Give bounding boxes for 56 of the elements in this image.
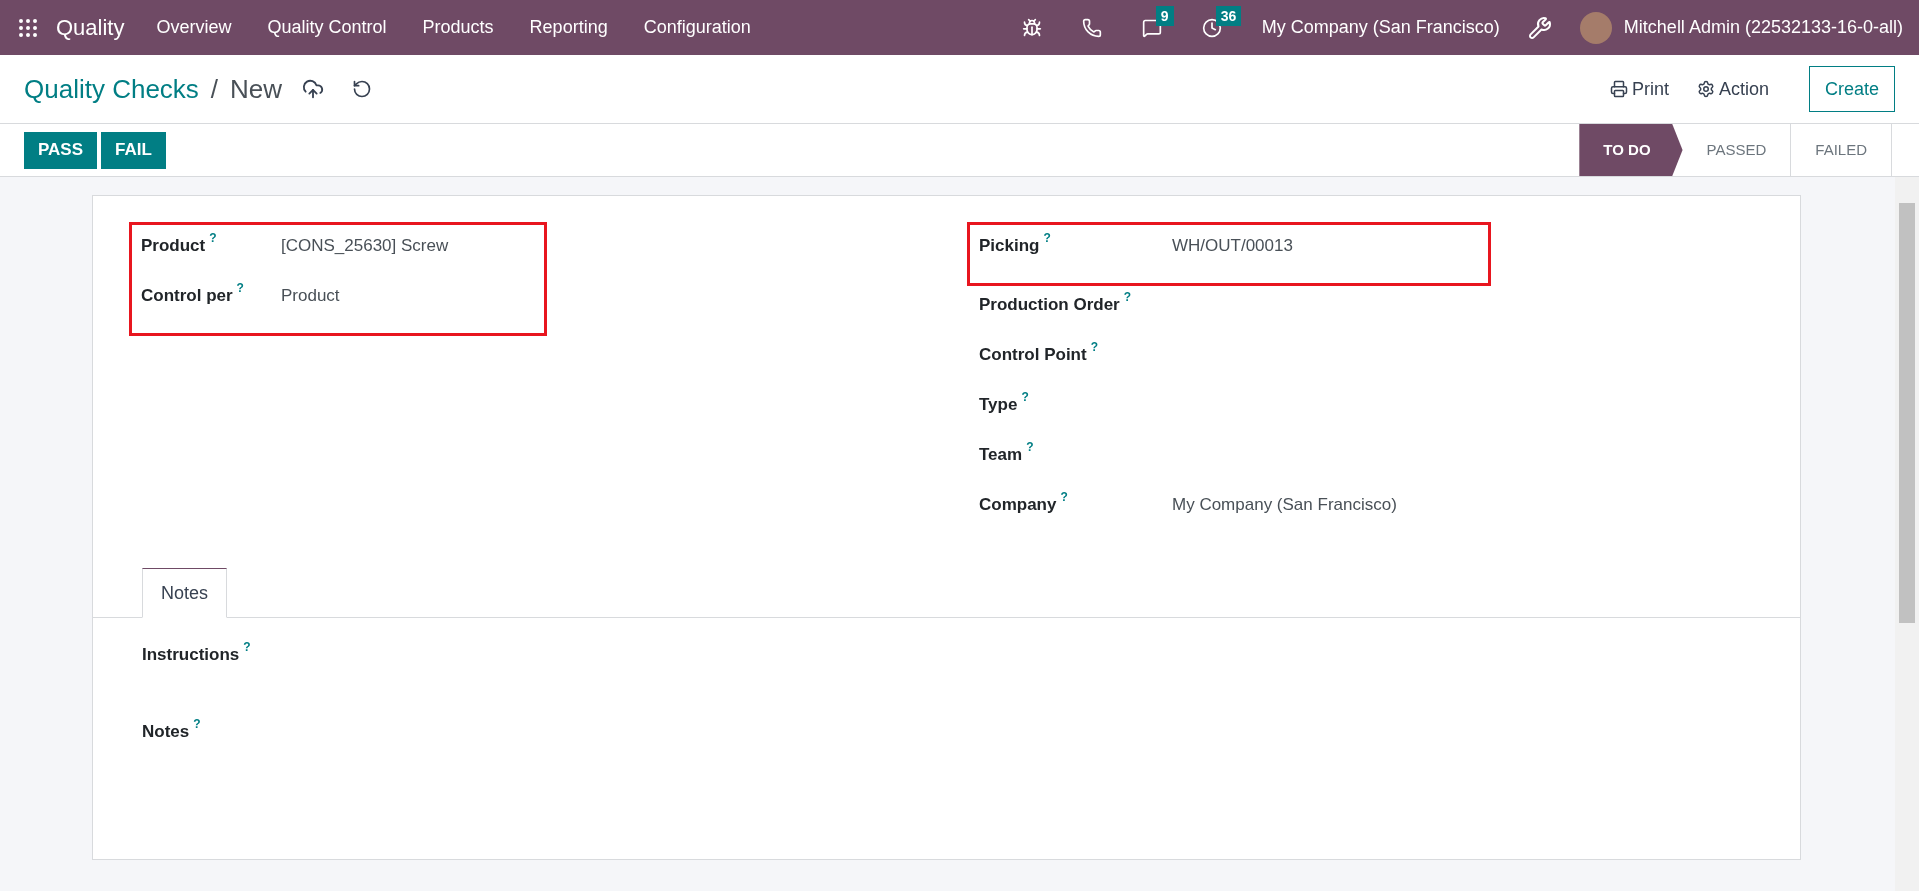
user-menu[interactable]: Mitchell Admin (22532133-16-0-all) — [1623, 14, 1903, 41]
action-button[interactable]: Action — [1696, 75, 1769, 103]
breadcrumb-current: New — [230, 72, 283, 106]
status-step[interactable]: PASSED — [1682, 124, 1792, 176]
status-step[interactable]: FAILED — [1791, 124, 1892, 176]
field-label: Type — [979, 394, 1018, 416]
gear-icon — [1696, 80, 1715, 98]
field-label: Notes — [142, 721, 190, 743]
field-value[interactable]: Product — [281, 283, 340, 309]
app-title[interactable]: Quality — [56, 11, 125, 44]
menu-item[interactable]: Quality Control — [267, 14, 387, 41]
help-tooltip[interactable]: ? — [1043, 229, 1051, 247]
discard-icon[interactable] — [352, 79, 373, 99]
field-label: Product — [141, 235, 206, 257]
help-tooltip[interactable]: ? — [1021, 388, 1029, 406]
field-label: Production Order — [979, 294, 1120, 316]
field-label: Picking — [979, 235, 1040, 257]
menu-item[interactable]: Products — [422, 14, 494, 41]
status-step[interactable]: TO DO — [1579, 124, 1683, 176]
status-action-button[interactable]: PASS — [24, 131, 98, 169]
field-label: Company — [979, 494, 1057, 516]
help-tooltip[interactable]: ? — [1060, 488, 1068, 506]
breadcrumb-link[interactable]: Quality Checks — [24, 69, 199, 109]
field-label: Instructions — [142, 644, 240, 666]
tools-icon[interactable] — [1527, 15, 1552, 40]
help-tooltip[interactable]: ? — [1026, 438, 1034, 456]
phone-icon[interactable] — [1081, 17, 1102, 38]
count-badge: 9 — [1155, 5, 1174, 26]
field-label: Team — [979, 444, 1023, 466]
help-tooltip[interactable]: ? — [1090, 338, 1098, 356]
count-badge: 36 — [1215, 5, 1242, 26]
company-switcher[interactable]: My Company (San Francisco) — [1261, 14, 1500, 41]
notebook-tab[interactable]: Notes — [142, 568, 228, 618]
help-tooltip[interactable]: ? — [193, 715, 201, 733]
help-tooltip[interactable]: ? — [236, 279, 244, 297]
breadcrumb-separator: / — [210, 72, 219, 106]
field-value[interactable]: My Company (San Francisco) — [1172, 492, 1397, 518]
create-button[interactable]: Create — [1808, 66, 1895, 112]
help-tooltip[interactable]: ? — [1123, 288, 1132, 306]
help-tooltip[interactable]: ? — [209, 229, 217, 247]
chat-icon[interactable] — [1141, 17, 1162, 38]
clock-icon[interactable] — [1201, 17, 1222, 38]
field-label: Control Point — [979, 344, 1087, 366]
menu-item[interactable]: Overview — [156, 14, 232, 41]
print-button[interactable]: Print — [1609, 75, 1669, 103]
scrollbar[interactable] — [1895, 177, 1919, 891]
field-value[interactable]: WH/OUT/00013 — [1172, 233, 1293, 259]
field-label: Control per — [141, 285, 233, 307]
status-action-button[interactable]: FAIL — [101, 131, 166, 169]
menu-item[interactable]: Configuration — [643, 14, 751, 41]
printer-icon — [1609, 80, 1628, 98]
field-value[interactable]: [CONS_25630] Screw — [281, 233, 449, 259]
help-tooltip[interactable]: ? — [243, 638, 251, 656]
bug-icon[interactable] — [1021, 17, 1042, 38]
save-icon[interactable] — [302, 78, 325, 100]
menu-item[interactable]: Reporting — [529, 14, 608, 41]
